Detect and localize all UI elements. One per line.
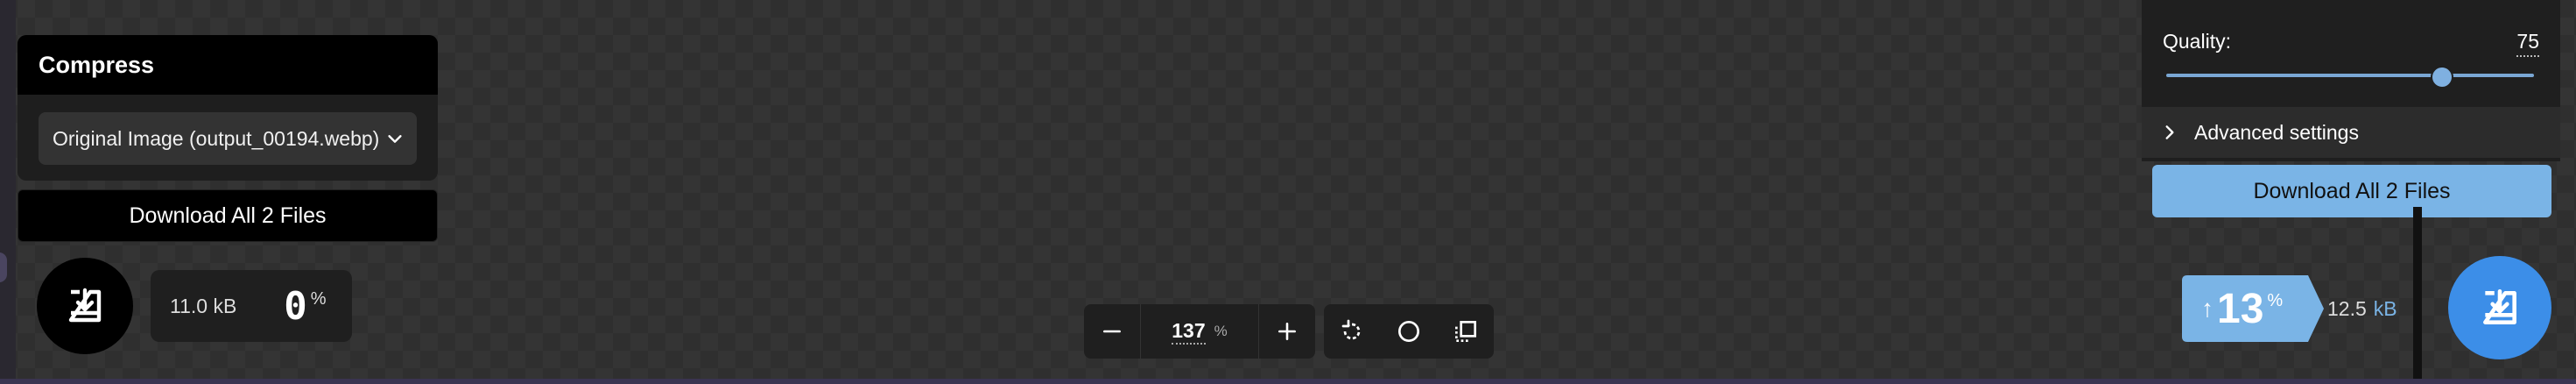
download-button-left[interactable] (37, 258, 133, 354)
quality-slider-thumb[interactable] (2431, 66, 2453, 89)
download-all-button-right[interactable]: Download All 2 Files (2152, 165, 2551, 217)
zoom-level-value: 137 (1172, 319, 1206, 345)
download-tray-icon (68, 288, 102, 323)
compressed-size-unit: kB (2373, 296, 2397, 320)
download-tray-icon (2483, 288, 2516, 324)
badge-content: ↑ 13 % (2201, 275, 2283, 342)
size-change-percent: 13 (2217, 285, 2264, 332)
zoom-out-button[interactable] (1084, 304, 1140, 359)
rotate-icon[interactable] (1338, 317, 1366, 345)
zoom-in-button[interactable] (1259, 304, 1315, 359)
advanced-settings-label: Advanced settings (2194, 120, 2359, 144)
quality-label: Quality: (2163, 30, 2231, 53)
original-percent-sign: % (310, 289, 327, 309)
zoom-level-unit: % (1214, 323, 1228, 339)
compressed-size-info: 12.5 kB (2327, 286, 2424, 331)
source-select[interactable]: Original Image (output_00194.webp) (39, 112, 417, 165)
minus-icon (1103, 330, 1121, 333)
size-change-percent-sign: % (2267, 291, 2284, 310)
window-left-edge (0, 0, 16, 384)
quality-row: Quality: 75 (2163, 30, 2539, 57)
quality-slider-track[interactable] (2166, 74, 2534, 77)
compress-body: Original Image (output_00194.webp) (18, 95, 438, 181)
size-change-badge: ↑ 13 % (2182, 275, 2324, 342)
zoom-controls: 137 % (1084, 304, 1315, 359)
chevron-right-icon (2165, 125, 2174, 139)
compressed-size-value: 12.5 (2327, 296, 2367, 320)
circle-icon[interactable] (1395, 317, 1423, 345)
window-bottom-edge (0, 379, 2576, 384)
view-tools (1324, 304, 1494, 359)
arrow-up-icon: ↑ (2201, 295, 2214, 322)
plus-icon (1278, 323, 1296, 340)
advanced-settings-toggle[interactable]: Advanced settings (2142, 107, 2560, 158)
left-edge-handle[interactable] (0, 252, 7, 282)
compress-box: Compress Original Image (output_00194.we… (18, 35, 438, 181)
source-select-value: Original Image (output_00194.webp) (53, 126, 380, 150)
right-options-panel: Quality: 75 Advanced settings (2142, 0, 2560, 161)
chevron-down-icon (388, 135, 402, 143)
compress-title: Compress (18, 35, 438, 95)
download-all-button-left[interactable]: Download All 2 Files (18, 189, 438, 242)
original-size-info: 11.0 kB 0 % (151, 270, 352, 342)
quality-value-input[interactable]: 75 (2516, 30, 2539, 57)
download-button-right[interactable] (2448, 256, 2551, 359)
original-percent: 0 (284, 283, 307, 329)
left-options-panel: Compress Original Image (output_00194.we… (18, 35, 438, 242)
zoom-level-input[interactable]: 137 % (1140, 304, 1259, 359)
crop-frame-icon[interactable] (1452, 317, 1480, 345)
original-file-size: 11.0 kB (170, 294, 237, 317)
